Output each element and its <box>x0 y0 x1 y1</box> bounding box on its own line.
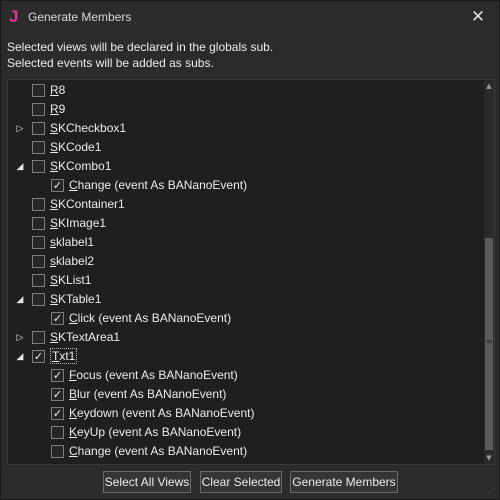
event-tree-item[interactable]: ✓ Click (event As BANanoEvent) <box>8 310 478 329</box>
event-tree-item[interactable]: ✓ Blur (event As BANanoEvent) <box>8 386 478 405</box>
tree-item-label: SKContainer1 <box>50 197 125 211</box>
view-tree-item[interactable]: SKContainer1 <box>8 196 478 215</box>
clear-selected-button[interactable]: Clear Selected <box>200 471 282 493</box>
tree-item-label: SKTable1 <box>50 292 102 306</box>
tree-item-checkbox[interactable] <box>32 198 45 211</box>
tree-item-checkbox[interactable]: ✓ <box>51 179 64 192</box>
close-button[interactable]: ✕ <box>463 5 493 29</box>
members-tree[interactable]: ▲ ≡ ▼ R8 R9 ▷ SKCheckbox1 SKCode1 ◢ SKCombo1 ✓ C… <box>7 79 495 465</box>
tree-item-label: sklabel1 <box>50 235 95 249</box>
tree-item-checkbox[interactable] <box>32 122 45 135</box>
tree-item-label: R9 <box>50 102 66 116</box>
check-icon: ✓ <box>52 179 63 192</box>
tree-item-label: Focus (event As BANanoEvent) <box>69 368 238 382</box>
check-icon: ✓ <box>52 388 63 401</box>
tree-item-checkbox[interactable]: ✓ <box>32 350 45 363</box>
view-tree-item[interactable]: R8 <box>8 82 478 101</box>
info-text-line-2: Selected events will be added as subs. <box>7 56 214 70</box>
check-icon: ✓ <box>33 350 44 363</box>
tree-item-label: R8 <box>50 83 66 97</box>
tree-item-checkbox[interactable] <box>51 445 64 458</box>
tree-item-checkbox[interactable]: ✓ <box>51 312 64 325</box>
tree-item-label: SKCombo1 <box>50 159 112 173</box>
tree-item-label: SKTextArea1 <box>50 330 121 344</box>
tree-item-checkbox[interactable] <box>32 236 45 249</box>
tree-item-checkbox[interactable] <box>32 84 45 97</box>
tree-item-label: Txt1 <box>50 348 78 364</box>
tree-item-label: Blur (event As BANanoEvent) <box>69 387 227 401</box>
resize-grip-icon[interactable]: ⋰ <box>487 487 497 497</box>
tree-item-checkbox[interactable]: ✓ <box>51 388 64 401</box>
tree-item-label: SKImage1 <box>50 216 107 230</box>
view-tree-item[interactable]: sklabel2 <box>8 253 478 272</box>
view-tree-item[interactable]: ◢ ✓ Txt1 <box>8 348 478 367</box>
tree-item-label: SKCode1 <box>50 140 102 154</box>
view-tree-item[interactable]: ▷ SKTextArea1 <box>8 329 478 348</box>
tree-item-checkbox[interactable] <box>32 160 45 173</box>
tree-item-checkbox[interactable] <box>32 141 45 154</box>
collapse-arrow-icon[interactable]: ◢ <box>15 162 25 172</box>
tree-item-checkbox[interactable] <box>32 255 45 268</box>
tree-item-label: Change (event As BANanoEvent) <box>69 178 248 192</box>
tree-item-checkbox[interactable] <box>32 293 45 306</box>
tree-item-label: Change (event As BANanoEvent) <box>69 444 248 458</box>
collapse-arrow-icon[interactable]: ◢ <box>15 295 25 305</box>
generate-members-button[interactable]: Generate Members <box>290 471 398 493</box>
tree-item-checkbox[interactable] <box>32 274 45 287</box>
expand-arrow-icon[interactable]: ▷ <box>15 333 25 343</box>
tree-item-checkbox[interactable]: ✓ <box>51 407 64 420</box>
window-title: Generate Members <box>28 10 132 24</box>
tree-item-checkbox[interactable] <box>32 331 45 344</box>
app-logo-icon: J <box>9 7 19 26</box>
select-all-views-button[interactable]: Select All Views <box>103 471 191 493</box>
scroll-down-icon[interactable]: ▼ <box>484 452 494 464</box>
collapse-arrow-icon[interactable]: ◢ <box>15 352 25 362</box>
generate-members-dialog: J Generate Members ✕ Selected views will… <box>0 0 500 500</box>
tree-item-label: KeyUp (event As BANanoEvent) <box>69 425 242 439</box>
tree-item-label: SKCheckbox1 <box>50 121 127 135</box>
view-tree-item[interactable]: ◢ SKTable1 <box>8 291 478 310</box>
event-tree-item[interactable]: ✓ Change (event As BANanoEvent) <box>8 177 478 196</box>
view-tree-item[interactable]: R9 <box>8 101 478 120</box>
check-icon: ✓ <box>52 407 63 420</box>
event-tree-item[interactable]: ✓ Focus (event As BANanoEvent) <box>8 367 478 386</box>
title-bar: J Generate Members ✕ <box>1 1 499 34</box>
tree-item-checkbox[interactable] <box>51 426 64 439</box>
scrollbar-thumb[interactable]: ≡ <box>485 238 493 450</box>
vertical-scrollbar[interactable]: ▲ ≡ ▼ <box>484 80 494 464</box>
event-tree-item[interactable]: KeyUp (event As BANanoEvent) <box>8 424 478 443</box>
tree-item-checkbox[interactable] <box>32 103 45 116</box>
expand-arrow-icon[interactable]: ▷ <box>15 124 25 134</box>
scroll-up-icon[interactable]: ▲ <box>484 80 494 92</box>
tree-item-checkbox[interactable]: ✓ <box>51 369 64 382</box>
grip-icon: ≡ <box>485 337 493 346</box>
view-tree-item[interactable]: ▷ SKCheckbox1 <box>8 120 478 139</box>
view-tree-item[interactable]: sklabel1 <box>8 234 478 253</box>
view-tree-item[interactable]: SKCode1 <box>8 139 478 158</box>
info-text-line-1: Selected views will be declared in the g… <box>7 40 274 54</box>
tree-item-label: Click (event As BANanoEvent) <box>69 311 232 325</box>
event-tree-item[interactable]: ✓ Keydown (event As BANanoEvent) <box>8 405 478 424</box>
view-tree-item[interactable]: ◢ SKCombo1 <box>8 158 478 177</box>
check-icon: ✓ <box>52 369 63 382</box>
tree-item-label: sklabel2 <box>50 254 95 268</box>
tree-item-label: SKList1 <box>50 273 92 287</box>
event-tree-item[interactable]: Change (event As BANanoEvent) <box>8 443 478 462</box>
tree-item-checkbox[interactable] <box>32 217 45 230</box>
tree-item-label: Keydown (event As BANanoEvent) <box>69 406 255 420</box>
check-icon: ✓ <box>52 312 63 325</box>
view-tree-item[interactable]: SKImage1 <box>8 215 478 234</box>
view-tree-item[interactable]: SKList1 <box>8 272 478 291</box>
